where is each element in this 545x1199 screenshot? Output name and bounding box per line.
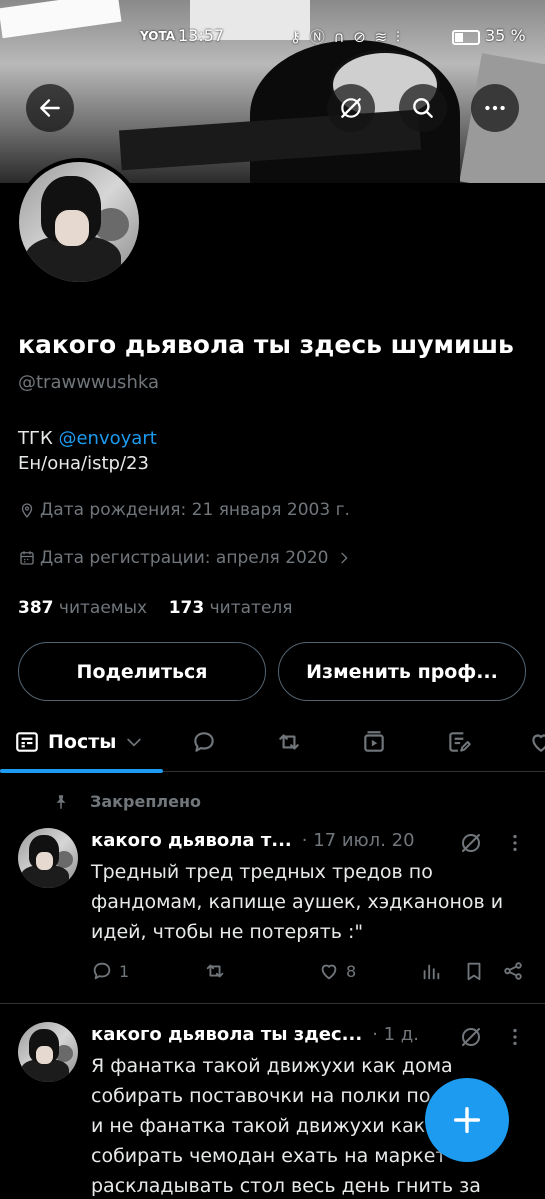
following-count: 387	[18, 598, 54, 618]
grok-icon	[341, 98, 361, 118]
active-tab-indicator	[0, 769, 163, 773]
heart-icon	[532, 734, 545, 752]
search-button[interactable]	[399, 84, 447, 132]
feed-icon	[16, 732, 38, 752]
joined-text: Дата регистрации: апреля 2020	[40, 548, 329, 568]
post-header: какого дьявола ты здес... · 1 д.	[91, 1024, 419, 1045]
grok-icon[interactable]	[459, 1025, 483, 1049]
chevron-right-icon	[341, 552, 349, 564]
article-icon	[449, 732, 471, 752]
user-handle: @trawwwushka	[18, 372, 159, 393]
birthday-row: Дата рождения: 21 января 2003 г.	[18, 500, 350, 520]
views-button[interactable]	[420, 960, 442, 982]
plus-icon	[453, 1106, 481, 1134]
more-vertical-icon[interactable]	[504, 1026, 526, 1048]
calendar-icon	[20, 551, 34, 565]
bio-link[interactable]: @envoyart	[58, 428, 156, 449]
back-button[interactable]	[26, 84, 74, 132]
follow-counts: 387 читаемых 173 читателя	[18, 598, 293, 618]
chevron-down-icon	[127, 738, 142, 747]
location-pin-icon	[21, 503, 33, 518]
repost-icon	[279, 734, 299, 750]
tab-media[interactable]	[361, 712, 387, 772]
search-icon	[413, 98, 433, 118]
following-link[interactable]: 387 читаемых	[18, 598, 147, 618]
post-actions: 1 8	[91, 960, 531, 990]
post-header: какого дьявола т... · 17 июл. 20	[91, 830, 415, 851]
status-bar: YOTA 13:57 ⚷ Ⓝ ∩ ⊘ ≋ ⫶ 35 %	[0, 24, 545, 52]
share-icon	[504, 962, 522, 980]
battery-percent: 35 %	[485, 26, 526, 45]
arrow-left-icon	[40, 99, 60, 117]
like-button[interactable]: 8	[318, 960, 356, 982]
status-icons: ⚷ Ⓝ ∩ ⊘ ≋ ⫶	[290, 28, 402, 46]
birthday-text: Дата рождения: 21 января 2003 г.	[40, 500, 350, 520]
tab-posts[interactable]: Посты	[14, 712, 144, 772]
battery-icon	[452, 30, 480, 45]
tab-articles[interactable]	[446, 712, 472, 772]
bio-line-1: ТГК @envoyart	[18, 428, 157, 449]
repost-icon	[206, 964, 224, 978]
compose-button[interactable]	[425, 1078, 509, 1162]
following-label: читаемых	[58, 598, 148, 618]
profile-avatar[interactable]	[15, 158, 143, 286]
pinned-label: Закреплено	[90, 792, 201, 811]
joined-row[interactable]: Дата регистрации: апреля 2020	[18, 548, 352, 568]
bookmark-button[interactable]	[463, 960, 485, 982]
status-time: 13:57	[178, 26, 225, 45]
grok-button[interactable]	[327, 84, 375, 132]
tab-likes[interactable]	[528, 712, 545, 772]
bookmark-icon	[467, 962, 481, 981]
more-vertical-icon[interactable]	[504, 832, 526, 854]
followers-count: 173	[168, 598, 205, 618]
post-author[interactable]: какого дьявола т...	[91, 830, 292, 851]
more-icon	[485, 105, 505, 111]
display-name: какого дьявола ты здесь шумишь	[18, 330, 514, 359]
followers-label: читателя	[209, 598, 293, 618]
profile-tabs: Посты	[0, 712, 545, 772]
share-post-button[interactable]	[502, 960, 524, 982]
bio-prefix: ТГК	[18, 428, 59, 449]
heart-icon	[321, 964, 337, 980]
post-text[interactable]: Тредный тред тредных тредов по фандомам,…	[91, 857, 511, 947]
post-avatar[interactable]	[18, 1022, 78, 1082]
post-divider	[0, 1003, 545, 1004]
tab-replies[interactable]	[191, 712, 217, 772]
post-avatar[interactable]	[18, 828, 78, 888]
pinned-indicator: Закреплено	[52, 792, 201, 811]
share-button[interactable]: Поделиться	[18, 642, 266, 701]
tab-reposts[interactable]	[276, 712, 302, 772]
like-count: 8	[346, 961, 357, 981]
grok-icon[interactable]	[459, 831, 483, 855]
post-time[interactable]: · 1 д.	[372, 1024, 419, 1045]
reply-count: 1	[119, 961, 130, 981]
reply-icon	[93, 962, 111, 980]
reply-button[interactable]: 1	[91, 960, 129, 982]
post-author[interactable]: какого дьявола ты здес...	[91, 1024, 362, 1045]
video-icon	[364, 731, 384, 752]
tab-posts-label: Посты	[48, 731, 117, 753]
bar-chart-icon	[423, 964, 440, 980]
pin-icon	[56, 794, 66, 809]
more-button[interactable]	[471, 84, 519, 132]
repost-button[interactable]	[204, 960, 226, 982]
reply-icon	[194, 732, 214, 752]
followers-link[interactable]: 173 читателя	[169, 598, 293, 618]
bio-line-2: Ен/она/istp/23	[18, 453, 149, 474]
edit-profile-button[interactable]: Изменить проф...	[278, 642, 526, 701]
carrier-label: YOTA	[140, 29, 176, 43]
post-time[interactable]: · 17 июл. 20	[302, 830, 415, 851]
